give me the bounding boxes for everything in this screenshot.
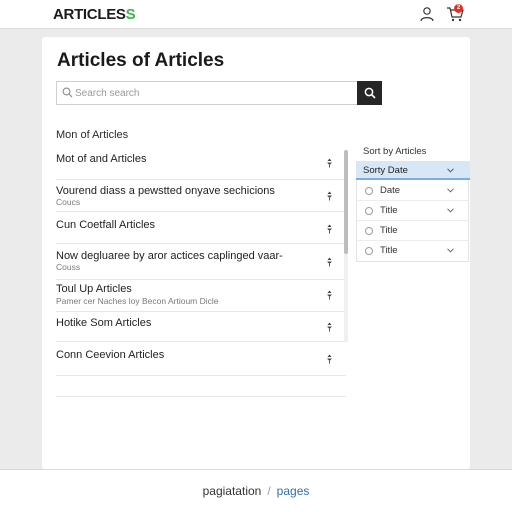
search-icon xyxy=(364,87,376,99)
list-item[interactable]: Vourend diass a pewstted onyave sechicio… xyxy=(56,180,346,212)
article-subtitle: Coucs xyxy=(56,197,81,207)
radio-button[interactable] xyxy=(365,207,373,215)
sort-option-label: Title xyxy=(380,225,398,236)
pagination: pagiatation / pages xyxy=(0,484,512,498)
sort-option-date[interactable]: Date xyxy=(356,181,469,201)
pin-icon[interactable] xyxy=(325,257,334,267)
pin-icon[interactable] xyxy=(325,322,334,332)
sort-option-label: Date xyxy=(380,185,401,196)
article-title: Vourend diass a pewstted onyave sechicio… xyxy=(56,185,275,197)
pagination-separator: / xyxy=(267,484,271,498)
list-item[interactable]: Conn Ceevion Articles xyxy=(56,342,346,376)
page-title: Articles of Articles xyxy=(57,50,225,71)
cart-badge: 2 xyxy=(454,4,463,13)
article-subtitle: Couss xyxy=(56,262,81,272)
list-item[interactable]: Toul Up Articles Pamer cer Naches loy Be… xyxy=(56,280,346,312)
pin-icon[interactable] xyxy=(325,224,334,234)
article-title: Toul Up Articles xyxy=(56,283,132,295)
sort-option-title[interactable]: Title xyxy=(356,201,469,221)
search-button[interactable] xyxy=(357,81,382,105)
sort-option-label: Title xyxy=(380,205,398,216)
radio-button[interactable] xyxy=(365,187,373,195)
footer: pagiatation / pages xyxy=(0,469,512,512)
logo-accent: S xyxy=(125,6,136,23)
sort-selected-value: Sorty Date xyxy=(363,165,408,176)
user-icon xyxy=(420,7,434,22)
article-title: Mot of and Articles xyxy=(56,153,147,165)
article-title: Now degluaree by aror actices caplinged … xyxy=(56,250,283,262)
chevron-down-icon xyxy=(447,208,454,213)
user-button[interactable] xyxy=(419,6,435,22)
list-item[interactable]: Hotike Som Articles xyxy=(56,312,346,342)
search-icon xyxy=(62,87,73,98)
search-input[interactable] xyxy=(75,85,345,101)
sort-option-title[interactable]: Title xyxy=(356,241,469,261)
chevron-down-icon xyxy=(447,188,454,193)
radio-button[interactable] xyxy=(365,247,373,255)
article-title: Hotike Som Articles xyxy=(56,317,152,329)
article-title: Conn Ceevion Articles xyxy=(56,349,165,361)
list-item[interactable]: Cun Coetfall Articles xyxy=(56,212,346,244)
sort-dropdown[interactable]: Sorty Date xyxy=(356,161,470,180)
sort-label: Sort by Articles xyxy=(363,146,427,157)
scrollbar-thumb[interactable] xyxy=(344,150,348,254)
logo[interactable]: ARTICLESS xyxy=(53,6,136,23)
chevron-down-icon xyxy=(447,168,454,173)
section-heading: Mon of Articles xyxy=(56,129,129,141)
pin-icon[interactable] xyxy=(325,354,334,364)
list-item[interactable]: Now degluaree by aror actices caplinged … xyxy=(56,244,346,280)
logo-text: ARTICLES xyxy=(53,6,126,23)
chevron-down-icon xyxy=(447,248,454,253)
top-bar: ARTICLESS 2 xyxy=(0,0,512,29)
list-item[interactable]: Mot of and Articles xyxy=(56,150,346,180)
pin-icon[interactable] xyxy=(325,191,334,201)
sort-option-title[interactable]: Title xyxy=(356,221,469,241)
pages-link[interactable]: pages xyxy=(277,484,310,498)
radio-button[interactable] xyxy=(365,227,373,235)
sort-option-label: Title xyxy=(380,245,398,256)
pin-icon[interactable] xyxy=(325,290,334,300)
list-scrollbar[interactable] xyxy=(344,150,348,342)
list-divider xyxy=(56,376,346,397)
pin-icon[interactable] xyxy=(325,158,334,168)
article-title: Cun Coetfall Articles xyxy=(56,219,156,231)
search-box xyxy=(56,81,357,105)
article-subtitle: Pamer cer Naches loy Becon Artioum Dicle xyxy=(56,296,219,306)
pagination-label: pagiatation xyxy=(202,484,262,498)
